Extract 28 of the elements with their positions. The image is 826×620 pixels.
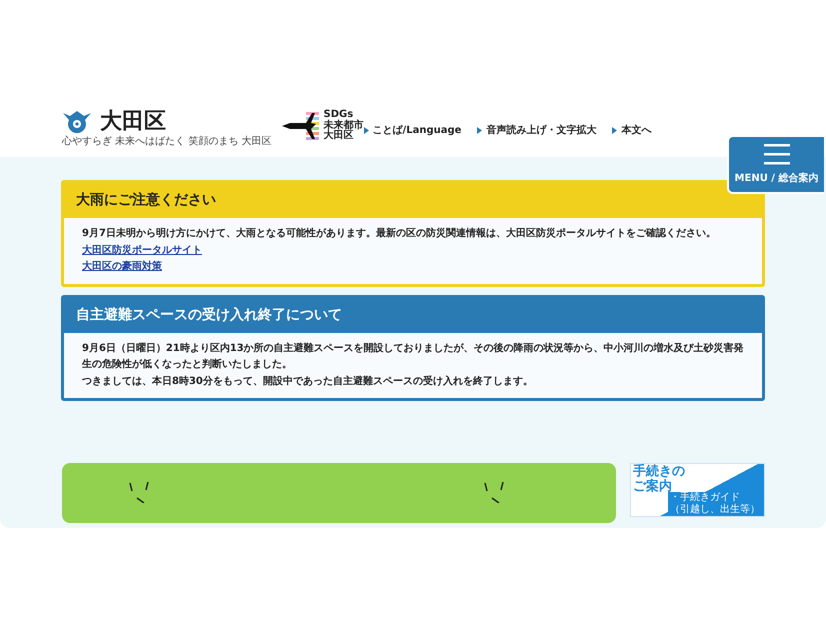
menu-icon [764,144,790,164]
triangle-icon [612,127,618,134]
triangle-icon [477,127,482,134]
procedure-title: ご案内 [633,480,673,495]
sdgs-logo-text: SDGs [324,110,354,120]
sdgs-logo-text: 未来都市 [324,120,364,131]
header-link[interactable]: 本文へ [612,123,652,138]
city-name-logo[interactable]: 大田区 [100,111,166,133]
notice-link[interactable]: 大田区の豪雨対策 [82,259,162,276]
sdgs-logo-text: 大田区 [324,131,355,142]
header-link[interactable]: 音声読み上げ・文字拡大 [477,123,596,138]
notice-text: つきましては、本日8時30分をもって、開設中であった自主避難スペースの受け入れを終了します。 [82,374,534,388]
banner-panel[interactable] [62,463,616,523]
header-link[interactable]: ことば/Language [364,123,462,138]
airplane-stripes-icon [280,110,320,142]
procedure-item: （引越し、出生等） [670,504,760,515]
notice-text: 9月6日（日曜日）21時より区内13か所の自主避難スペースを開設しておりましたが、その後の降雨の状況等から、中小河川の増水及び土砂災害発生の危険性が低くなったと判断いたしました。 [82,341,744,372]
procedure-title: 手続きの [633,465,685,479]
procedure-card[interactable]: 手続きの ご案内 ・手続きガイド （引越し、出生等） [630,463,765,517]
city-emblem-icon [62,110,92,134]
menu-button[interactable]: MENU / 総合案内 [727,135,824,194]
procedure-item: ・手続きガイド [670,492,741,504]
notice-title: 大雨にご注意ください [64,183,762,218]
logo-tagline: 心やすらぎ 未来へはばたく 笑顔のまち 大田区 [62,137,272,147]
notice-title: 自主避難スペースの受け入れ終了について [64,298,762,332]
triangle-icon [364,127,369,134]
notice-link[interactable]: 大田区防災ポータルサイト [82,242,202,259]
notice-text: 9月7日未明から明け方にかけて、大雨となる可能性があります。最新の区の防災関連情報は、大田区防災ポータルサイトをご確認ください。 [82,226,717,241]
